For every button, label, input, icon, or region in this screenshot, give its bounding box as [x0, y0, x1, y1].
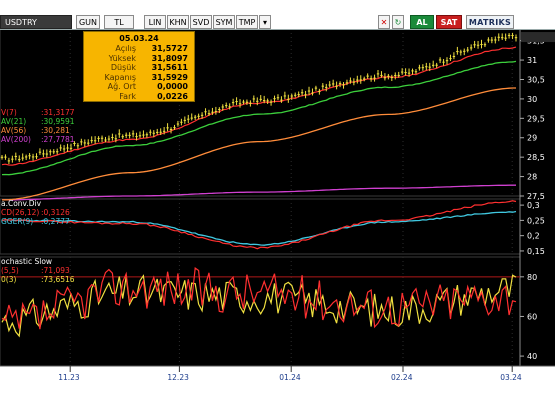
info-avg-value: 0,0000 [157, 82, 188, 92]
price-tick-label-4: 29,5 [527, 114, 545, 123]
macd-tick-label-1: 0,25 [527, 216, 545, 225]
info-diff-key: Fark [119, 91, 136, 101]
svd-button[interactable]: SVD [190, 15, 212, 29]
stoch-tick-label-0: 80 [527, 273, 537, 282]
price-legend-value-3: :27,7781 [41, 135, 75, 144]
ohlc-info-box: 05.03.24 Açılış 31,5727 Yüksek 31,8097 Düş… [83, 31, 195, 102]
info-row-open: Açılış 31,5727 [84, 44, 194, 54]
price-tick-label-5: 29 [527, 134, 537, 143]
info-row-diff: Fark 0,0226 [84, 92, 194, 102]
info-high-value: 31,8097 [151, 53, 188, 63]
x-axis-band [0, 366, 555, 400]
buy-button[interactable]: AL [410, 15, 434, 29]
price-legend-label-1: AV(21) [1, 117, 26, 126]
info-row-high: Yüksek 31,8097 [84, 54, 194, 64]
x-tick-label-4: 03.24 [500, 373, 522, 382]
price-legend-value-1: :30,9591 [41, 117, 75, 126]
symbol-selector[interactable]: USDTRY [0, 15, 72, 29]
refresh-icon[interactable]: ↻ [392, 15, 404, 29]
last-price-marker [521, 32, 555, 43]
lin-label: LIN [148, 18, 162, 27]
brand-label: MATRIKS [468, 18, 512, 27]
info-diff-value: 0,0226 [157, 91, 188, 101]
x-tick-label-3: 02.24 [391, 373, 413, 382]
period-tl-label: TL [114, 18, 124, 27]
chart-window: 31,53130,53029,52928,52827,50,30,250,20,… [0, 0, 555, 400]
stoch-title: ochastic Slow [1, 257, 52, 266]
stoch-legend-value-1: :73,6516 [41, 275, 75, 284]
info-open-key: Açılış [115, 44, 136, 53]
x-tick-label-1: 12.23 [167, 373, 189, 382]
buy-label: AL [416, 18, 428, 27]
sym-button[interactable]: SYM [213, 15, 235, 29]
tmp-button[interactable]: TMP [236, 15, 258, 29]
stoch-legend-label-0: (5,5) [1, 266, 19, 275]
price-tick-label-6: 28,5 [527, 153, 545, 162]
panel-frame-1 [0, 28, 521, 197]
macd-tick-label-0: 0,3 [527, 201, 540, 210]
info-row-close: Kapanış 31,5929 [84, 73, 194, 83]
info-high-key: Yüksek [108, 53, 136, 63]
price-tick-label-7: 28 [527, 173, 537, 182]
info-low-value: 31,5611 [151, 63, 188, 73]
tmp-label: TMP [238, 18, 256, 27]
price-legend-label-0: V(7) [1, 108, 17, 117]
x-tick-label-2: 01.24 [279, 373, 301, 382]
info-row-low: Düşük 31,5611 [84, 63, 194, 73]
macd-title: a.Conv.Div [1, 199, 42, 208]
sell-label: SAT [440, 18, 458, 27]
sell-button[interactable]: SAT [436, 15, 462, 29]
info-close-key: Kapanış [104, 72, 136, 82]
price-legend-value-2: :30,281 [41, 126, 70, 135]
stoch-tick-label-2: 40 [527, 352, 537, 361]
stoch-legend-label-1: 0(3) [1, 275, 16, 284]
price-tick-label-8: 27,5 [527, 192, 545, 201]
stoch-tick-label-1: 60 [527, 312, 537, 321]
macd-tick-label-3: 0,15 [527, 247, 545, 256]
price-tick-label-1: 31 [527, 56, 537, 65]
khn-button[interactable]: KHN [167, 15, 189, 29]
x-tick-label-0: 11.23 [58, 373, 80, 382]
info-close-value: 31,5929 [151, 72, 188, 82]
price-tick-label-2: 30,5 [527, 75, 545, 84]
lin-button[interactable]: LIN [144, 15, 166, 29]
chevron-down-icon[interactable]: ▾ [259, 15, 271, 29]
macd-legend-value-0: :0,3126 [41, 208, 70, 217]
price-legend-label-2: AV(56) [1, 126, 26, 135]
x-icon[interactable]: ✕ [378, 15, 390, 29]
brand-logo: MATRIKS [466, 15, 514, 29]
info-open-value: 31,5727 [151, 44, 188, 53]
panel-frame-3 [0, 256, 521, 367]
macd-legend-value-1: :0,2777 [41, 217, 70, 226]
khn-label: KHN [169, 18, 187, 27]
info-avg-key: Ağ. Ort [107, 82, 136, 92]
price-legend-value-0: :31,3177 [41, 108, 75, 117]
svd-label: SVD [192, 18, 210, 27]
info-row-avg: Ağ. Ort 0,0000 [84, 82, 194, 92]
info-date: 05.03.24 [119, 34, 159, 43]
macd-tick-label-2: 0,2 [527, 232, 540, 241]
period-gun-label: GUN [78, 18, 98, 27]
panel-frame-2 [0, 198, 521, 255]
toolbar: USDTRY GUN TL LIN KHN SVD SYM TMP ▾ ✕ ↻ … [0, 0, 555, 30]
period-gun-button[interactable]: GUN [76, 15, 100, 29]
macd-legend-label-1: GGER(9) [1, 217, 33, 226]
stoch-legend-value-0: :71,093 [41, 266, 70, 275]
price-tick-label-3: 30 [527, 95, 537, 104]
macd-legend-label-0: CD(26,12) [1, 208, 39, 217]
period-tl-button[interactable]: TL [104, 15, 134, 29]
info-low-key: Düşük [110, 63, 136, 73]
sym-label: SYM [215, 18, 233, 27]
symbol-label: USDTRY [5, 18, 37, 27]
price-legend-label-3: AV(200) [1, 135, 31, 144]
